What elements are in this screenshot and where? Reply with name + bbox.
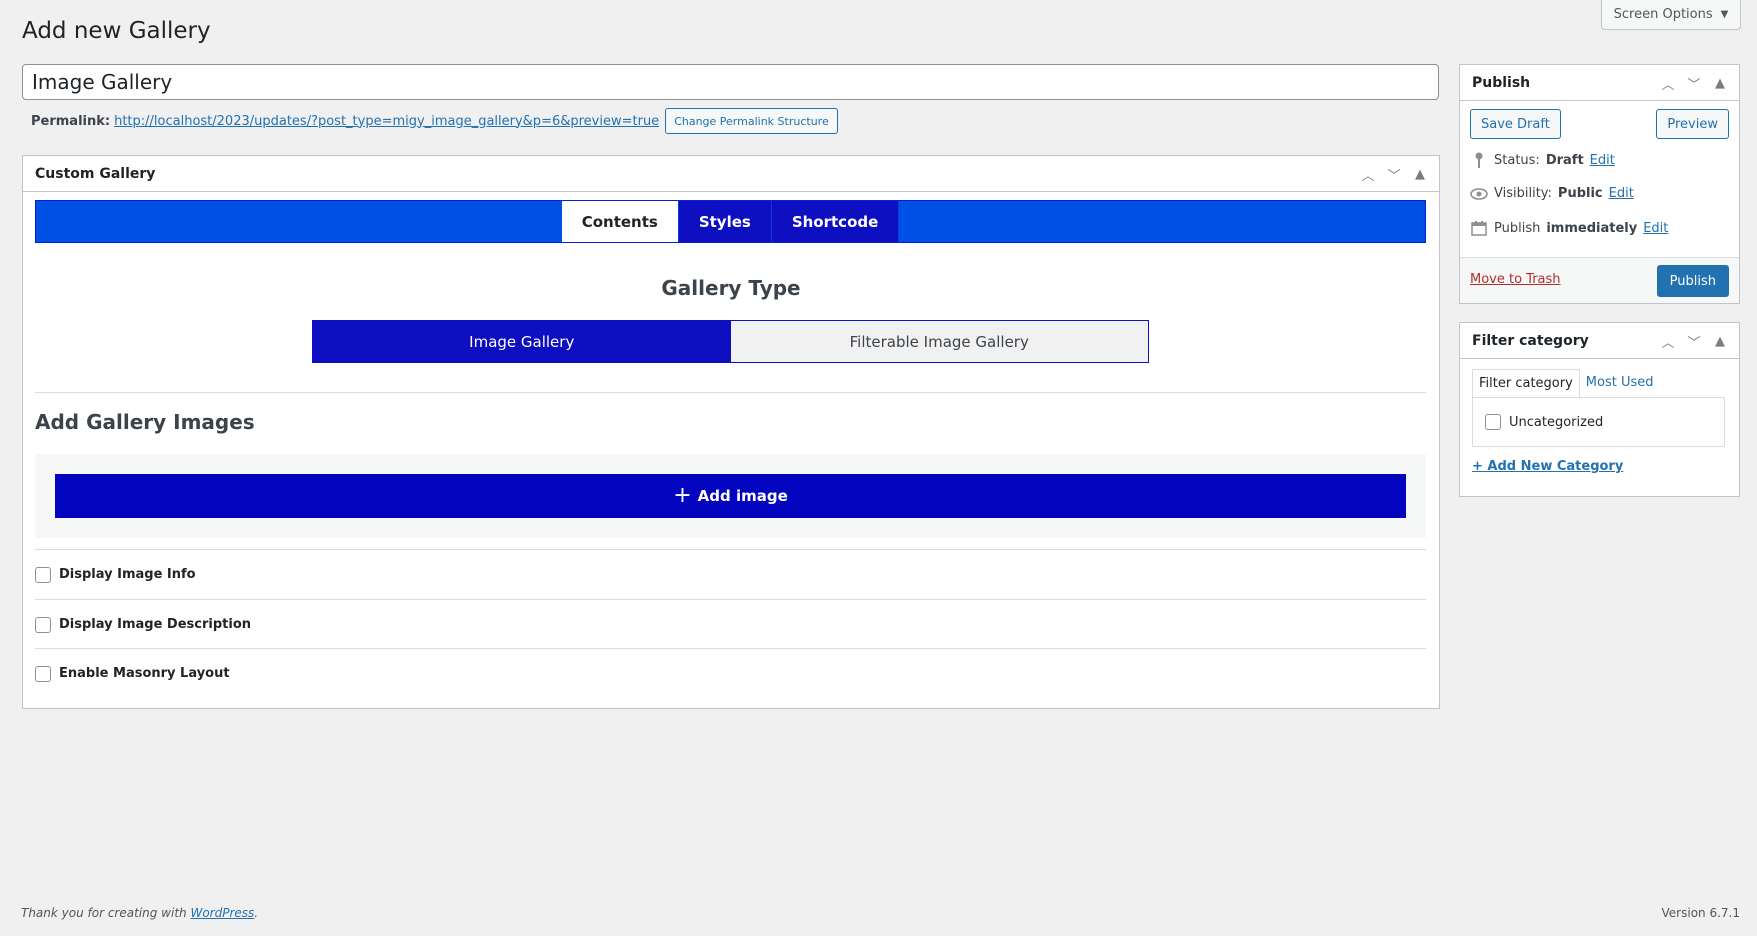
gallery-type-filterable[interactable]: Filterable Image Gallery <box>730 321 1148 362</box>
chevron-down-icon[interactable]: ﹀ <box>1381 165 1407 184</box>
chevron-down-icon[interactable]: ﹀ <box>1681 332 1707 351</box>
move-to-trash-link[interactable]: Move to Trash <box>1470 272 1561 287</box>
add-image-area: + Add image <box>35 454 1426 538</box>
publish-button[interactable]: Publish <box>1656 265 1729 297</box>
option-label: Display Image Info <box>59 567 196 582</box>
option-label: Enable Masonry Layout <box>59 666 230 681</box>
category-tabs: Filter category Most Used <box>1472 369 1660 398</box>
chevron-up-icon[interactable]: ︿ <box>1655 74 1681 93</box>
preview-button[interactable]: Preview <box>1656 109 1729 139</box>
toggle-panel-icon[interactable]: ▲ <box>1707 76 1733 91</box>
custom-gallery-header: Custom Gallery ︿ ﹀ ▲ <box>23 156 1439 192</box>
caret-down-icon: ▼ <box>1720 9 1729 20</box>
tab-all-categories[interactable]: Filter category <box>1472 369 1580 398</box>
gallery-type-image[interactable]: Image Gallery <box>313 321 731 362</box>
option-row: Display Image Info <box>35 550 1426 599</box>
permalink: Permalink: http://localhost/2023/updates… <box>31 108 838 134</box>
plus-icon: + <box>673 483 692 508</box>
footer-thanks-prefix: Thank you for creating with <box>21 906 187 920</box>
status-label: Status: <box>1494 152 1540 168</box>
add-new-category-link[interactable]: + Add New Category <box>1472 459 1623 474</box>
uncategorized-checkbox[interactable] <box>1485 414 1501 430</box>
option-label: Display Image Description <box>59 617 252 632</box>
pin-icon <box>1470 152 1488 168</box>
option-row: Display Image Description <box>35 600 1426 649</box>
filter-category-header: Filter category ︿ ﹀ ▲ <box>1460 323 1739 359</box>
enable-masonry-checkbox[interactable] <box>35 665 51 682</box>
page-title: Add new Gallery <box>22 18 211 44</box>
tab-shortcode[interactable]: Shortcode <box>771 201 900 242</box>
edit-schedule-link[interactable]: Edit <box>1643 221 1668 236</box>
visibility-value: Public <box>1557 186 1603 201</box>
add-image-button[interactable]: + Add image <box>55 474 1406 518</box>
eye-icon <box>1470 187 1488 200</box>
wordpress-link[interactable]: WordPress <box>190 906 254 920</box>
divider <box>35 392 1426 393</box>
category-label: Uncategorized <box>1509 414 1604 430</box>
schedule-label: Publish <box>1494 220 1541 236</box>
custom-gallery-title: Custom Gallery <box>35 165 156 182</box>
footer-thanks-suffix: . <box>254 906 259 920</box>
add-image-label: Add image <box>697 487 788 505</box>
add-images-title: Add Gallery Images <box>35 410 255 434</box>
handle-actions: ︿ ﹀ ▲ <box>1655 323 1733 359</box>
filter-category-title: Filter category <box>1472 332 1589 349</box>
display-image-description-checkbox[interactable] <box>35 616 51 633</box>
edit-status-link[interactable]: Edit <box>1590 153 1615 168</box>
footer-thanks: Thank you for creating with WordPress. <box>21 906 258 920</box>
publish-actions: Move to Trash Publish <box>1460 257 1739 303</box>
post-title-input[interactable] <box>22 64 1439 100</box>
publish-header: Publish ︿ ﹀ ▲ <box>1460 65 1739 101</box>
edit-visibility-link[interactable]: Edit <box>1609 186 1634 201</box>
save-draft-button[interactable]: Save Draft <box>1470 109 1561 139</box>
tab-contents[interactable]: Contents <box>561 201 679 242</box>
status-row: Status: Draft Edit <box>1470 152 1615 168</box>
chevron-up-icon[interactable]: ︿ <box>1355 165 1381 184</box>
option-row: Enable Masonry Layout <box>35 649 1426 698</box>
permalink-label: Permalink: <box>31 113 111 129</box>
gallery-tabbar: Contents Styles Shortcode <box>35 200 1426 243</box>
toggle-panel-icon[interactable]: ▲ <box>1707 334 1733 349</box>
chevron-down-icon[interactable]: ﹀ <box>1681 74 1707 93</box>
display-image-info-checkbox[interactable] <box>35 566 51 583</box>
gallery-type-title: Gallery Type <box>661 276 801 300</box>
screen-options-label: Screen Options <box>1613 7 1713 22</box>
filter-category-box: Filter category ︿ ﹀ ▲ Filter category Mo… <box>1459 322 1740 497</box>
chevron-up-icon[interactable]: ︿ <box>1655 332 1681 351</box>
visibility-row: Visibility: Public Edit <box>1470 186 1634 201</box>
toggle-panel-icon[interactable]: ▲ <box>1407 167 1433 182</box>
tab-styles[interactable]: Styles <box>678 201 772 242</box>
status-value: Draft <box>1545 152 1584 168</box>
change-permalink-button[interactable]: Change Permalink Structure <box>665 108 838 134</box>
custom-gallery-box: Custom Gallery ︿ ﹀ ▲ Contents Styles Sho… <box>22 155 1440 709</box>
permalink-url[interactable]: http://localhost/2023/updates/?post_type… <box>114 114 659 129</box>
gallery-type-switch: Image Gallery Filterable Image Gallery <box>312 320 1149 363</box>
tab-most-used[interactable]: Most Used <box>1580 369 1660 398</box>
screen-options-button[interactable]: Screen Options ▼ <box>1601 0 1741 30</box>
handle-actions: ︿ ﹀ ▲ <box>1355 156 1433 192</box>
visibility-label: Visibility: <box>1494 186 1552 201</box>
publish-box: Publish ︿ ﹀ ▲ Save Draft Preview Status:… <box>1459 64 1740 304</box>
category-list: Uncategorized <box>1472 397 1725 447</box>
footer-version: Version 6.7.1 <box>1661 906 1740 920</box>
calendar-icon <box>1470 220 1488 236</box>
handle-actions: ︿ ﹀ ▲ <box>1655 65 1733 101</box>
schedule-value: immediately <box>1546 220 1638 236</box>
publish-title: Publish <box>1472 74 1531 91</box>
schedule-row: Publish immediately Edit <box>1470 220 1668 236</box>
